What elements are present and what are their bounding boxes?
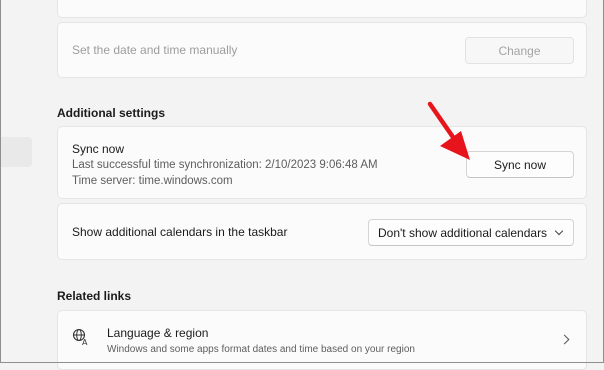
additional-calendars-card: Show additional calendars in the taskbar…: [57, 203, 587, 260]
language-region-link[interactable]: A Language & region Windows and some app…: [57, 310, 587, 370]
time-server-text: Time server: time.windows.com: [72, 175, 233, 187]
manual-datetime-card: Set the date and time manually Change: [57, 22, 587, 78]
related-links-heading: Related links: [57, 289, 132, 303]
chevron-right-icon: [559, 334, 570, 345]
chevron-down-icon: [554, 226, 564, 235]
change-button[interactable]: Change: [465, 37, 574, 64]
additional-calendars-dropdown[interactable]: Don't show additional calendars: [368, 219, 574, 246]
language-region-subtitle: Windows and some apps format dates and t…: [107, 344, 415, 355]
top-card-partial: [57, 0, 587, 18]
language-region-title: Language & region: [107, 326, 209, 340]
additional-settings-heading: Additional settings: [57, 106, 165, 120]
nav-selected-highlight: [0, 137, 32, 167]
manual-datetime-label: Set the date and time manually: [72, 43, 238, 57]
sync-now-title: Sync now: [72, 142, 125, 156]
additional-calendars-label: Show additional calendars in the taskbar: [72, 225, 288, 239]
last-sync-text: Last successful time synchronization: 2/…: [72, 159, 378, 171]
sync-now-button[interactable]: Sync now: [466, 151, 574, 178]
additional-calendars-selected: Don't show additional calendars: [378, 225, 548, 240]
svg-text:A: A: [82, 338, 88, 346]
language-region-icon: A: [72, 328, 88, 346]
sync-now-card: Sync now Last successful time synchroniz…: [57, 126, 587, 199]
